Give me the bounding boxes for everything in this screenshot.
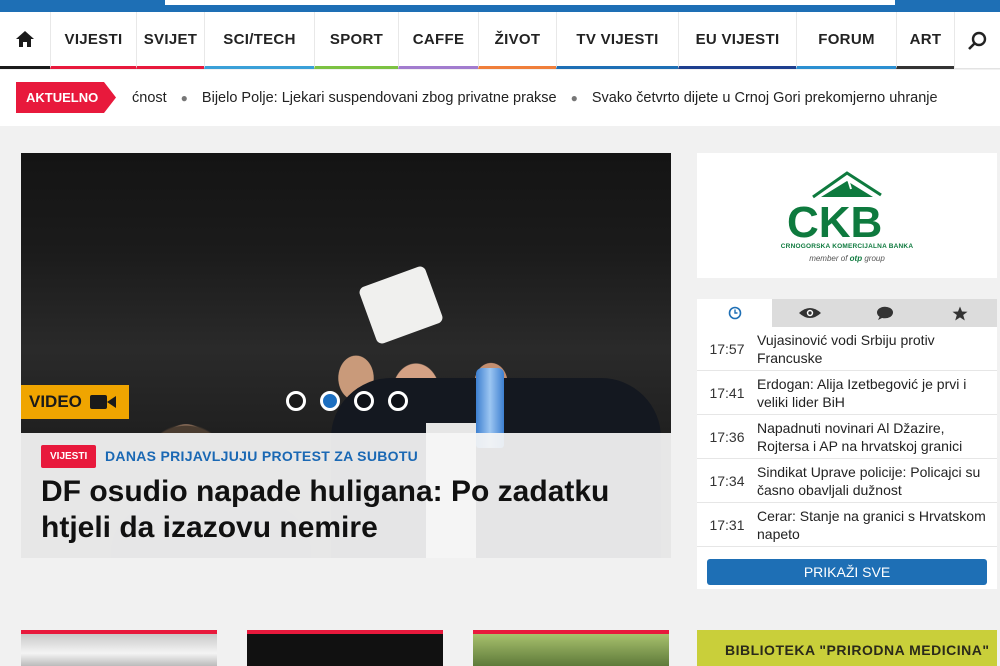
- slider-dot-2[interactable]: [320, 391, 340, 411]
- hero-slider[interactable]: VIDEO VIJESTI DANAS PRIJAVLJUJU PROTEST …: [21, 153, 671, 558]
- show-all-button[interactable]: PRIKAŽI SVE: [707, 559, 987, 585]
- nav-item-caffe[interactable]: CAFFE: [398, 12, 478, 69]
- search-icon: [968, 31, 987, 50]
- ticker-item[interactable]: ćnost: [132, 90, 167, 106]
- ticker-item[interactable]: Svako četvrto dijete u Crnoj Gori prekom…: [592, 90, 938, 106]
- latest-item[interactable]: 17:34 Sindikat Uprave policije: Policajci…: [697, 459, 997, 503]
- home-button[interactable]: [0, 12, 50, 69]
- hero-headline[interactable]: DF osudio napade huligana: Po zadatku ht…: [41, 474, 661, 546]
- promo-banner[interactable]: BIBLIOTEKA "PRIRODNA MEDICINA": [697, 630, 997, 666]
- eye-icon: [798, 308, 821, 318]
- slider-dot-4[interactable]: [388, 391, 408, 411]
- news-ticker: AKTUELNO ćnost ● Bijelo Polje: Ljekari s…: [0, 70, 1000, 126]
- nav-item-scitech[interactable]: SCI/TECH: [204, 12, 314, 69]
- slider-dot-3[interactable]: [354, 391, 374, 411]
- slider-dots: [286, 391, 408, 411]
- promo-banner-label: BIBLIOTEKA "PRIRODNA MEDICINA": [725, 642, 990, 658]
- nav-item-zivot[interactable]: ŽIVOT: [478, 12, 556, 69]
- latest-item[interactable]: 17:41 Erdogan: Alija Izetbegović je prvi …: [697, 371, 997, 415]
- news-card[interactable]: [21, 630, 217, 666]
- news-card[interactable]: [247, 630, 443, 666]
- video-badge: VIDEO: [21, 385, 129, 419]
- bullet-icon: ●: [570, 90, 578, 105]
- video-camera-icon: [89, 395, 116, 409]
- ticker-badge: AKTUELNO: [16, 82, 116, 113]
- main-nav: VIJESTI SVIJET SCI/TECH SPORT CAFFE ŽIVO…: [0, 12, 1000, 69]
- category-badge[interactable]: VIJESTI: [41, 445, 97, 468]
- latest-tabs: [697, 299, 997, 327]
- home-icon: [16, 31, 34, 47]
- top-banner[interactable]: [165, 0, 895, 5]
- tab-latest[interactable]: [697, 299, 772, 327]
- ckb-logo-text: CKB: [787, 198, 882, 247]
- ckb-ad[interactable]: CKB CRNOGORSKA KOMERCIJALNA BANKA member…: [697, 153, 997, 278]
- slider-dot-1[interactable]: [286, 391, 306, 411]
- nav-item-svijet[interactable]: SVIJET: [136, 12, 204, 69]
- ticker-fade: [932, 82, 972, 113]
- hero-kicker[interactable]: DANAS PRIJAVLJUJU PROTEST ZA SUBOTU: [105, 448, 418, 464]
- ad-member-line: member of otp group: [809, 254, 885, 263]
- nav-item-eu-vijesti[interactable]: EU VIJESTI: [678, 12, 796, 69]
- latest-item[interactable]: 17:31 Cerar: Stanje na granici s Hrvatsko…: [697, 503, 997, 547]
- latest-news-widget: 17:57 Vujasinović vodi Srbiju protiv Fran…: [697, 299, 997, 589]
- tab-favorites[interactable]: [922, 299, 997, 327]
- bullet-icon: ●: [180, 90, 188, 105]
- tab-most-read[interactable]: [772, 299, 847, 327]
- ticker-item[interactable]: Bijelo Polje: Ljekari suspendovani zbog …: [202, 90, 557, 106]
- nav-item-sport[interactable]: SPORT: [314, 12, 398, 69]
- nav-item-vijesti[interactable]: VIJESTI: [50, 12, 136, 69]
- nav-item-forum[interactable]: FORUM: [796, 12, 896, 69]
- latest-item[interactable]: 17:36 Napadnuti novinari Al Džazire, Rojt…: [697, 415, 997, 459]
- ad-bank-name: CRNOGORSKA KOMERCIJALNA BANKA: [780, 243, 914, 250]
- star-icon: [952, 306, 967, 320]
- comment-icon: [876, 306, 893, 320]
- tab-most-commented[interactable]: [847, 299, 922, 327]
- clock-icon: [728, 306, 741, 320]
- search-button[interactable]: [954, 12, 988, 69]
- news-card[interactable]: [473, 630, 669, 666]
- top-strip: [0, 0, 1000, 12]
- nav-item-tv-vijesti[interactable]: TV VIJESTI: [556, 12, 678, 69]
- ticker-track: ćnost ● Bijelo Polje: Ljekari suspendova…: [132, 82, 972, 113]
- latest-item[interactable]: 17:57 Vujasinović vodi Srbiju protiv Fran…: [697, 327, 997, 371]
- nav-item-art[interactable]: ART: [896, 12, 954, 69]
- hero-caption: VIJESTI DANAS PRIJAVLJUJU PROTEST ZA SUB…: [21, 433, 671, 558]
